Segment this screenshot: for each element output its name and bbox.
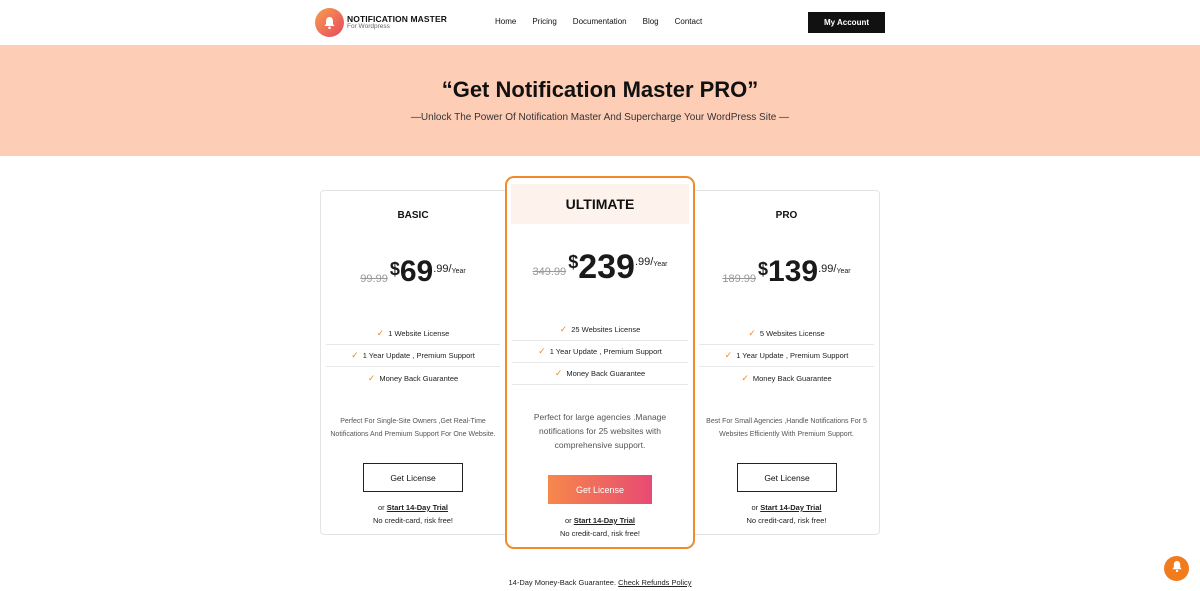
feature-label: Money Back Guarantee xyxy=(379,373,459,383)
trial-note: No credit-card, risk free! xyxy=(559,529,641,538)
feature-list: ✓ 1 Website License ✓ 1 Year Update , Prem… xyxy=(326,323,500,389)
currency-symbol: $ xyxy=(568,252,579,272)
price-period: Year xyxy=(451,268,466,275)
check-icon: ✓ xyxy=(367,372,376,383)
my-account-button[interactable]: My Account xyxy=(808,12,885,33)
plan-header: ULTIMATE xyxy=(511,184,689,224)
trial-block: or Start 14-Day Trial No credit-card, ri… xyxy=(694,501,879,527)
feature-label: 5 Websites License xyxy=(759,329,825,338)
old-price: 349.99 xyxy=(532,266,567,278)
trial-prefix: or xyxy=(377,503,385,512)
plan-name: PRO xyxy=(775,210,798,221)
plan-name: BASIC xyxy=(397,210,429,221)
list-item: ✓ 1 Year Update , Premium Support xyxy=(326,345,500,367)
currency-symbol: $ xyxy=(758,259,769,279)
guarantee-text: 14-Day Money-Back Guarantee. xyxy=(508,578,617,587)
old-price: 189.99 xyxy=(722,273,757,285)
nav-home[interactable]: Home xyxy=(495,17,516,26)
list-item: ✓ 25 Websites License xyxy=(512,319,688,341)
plan-description: Best For Small Agencies ,Handle Notifica… xyxy=(706,418,867,438)
plan-description: Perfect for large agencies .Manage notif… xyxy=(533,412,667,450)
check-icon: ✓ xyxy=(748,328,756,338)
get-license-button[interactable]: Get License xyxy=(548,475,652,504)
feature-list: ✓ 25 Websites License ✓ 1 Year Update , Pr… xyxy=(512,319,688,385)
price: 349.99 $ 239 .99/ Year xyxy=(507,250,693,284)
nav-blog[interactable]: Blog xyxy=(643,17,659,26)
refund-policy-link[interactable]: Check Refunds Policy xyxy=(618,578,691,587)
feature-list: ✓ 5 Websites License ✓ 1 Year Update , Pre… xyxy=(699,323,874,389)
check-icon: ✓ xyxy=(741,372,749,383)
bell-icon xyxy=(315,8,344,37)
price-period: Year xyxy=(836,268,851,275)
check-icon: ✓ xyxy=(724,350,733,360)
start-trial-link[interactable]: Start 14-Day Trial xyxy=(574,516,635,525)
check-icon: ✓ xyxy=(376,328,385,338)
get-license-button[interactable]: Get License xyxy=(737,463,837,492)
trial-note: No credit-card, risk free! xyxy=(746,516,827,525)
price-cents: .99/ xyxy=(818,263,837,275)
check-icon: ✓ xyxy=(351,350,359,360)
price-period: Year xyxy=(653,261,668,268)
check-icon: ✓ xyxy=(538,346,546,356)
price-amount: 69 xyxy=(399,255,434,288)
check-icon: ✓ xyxy=(559,324,568,334)
trial-block: or Start 14-Day Trial No credit-card, ri… xyxy=(507,514,693,540)
get-license-button[interactable]: Get License xyxy=(363,463,463,492)
nav-contact[interactable]: Contact xyxy=(675,17,703,26)
plan-card-ultimate: ULTIMATE 349.99 $ 239 .99/ Year ✓ 25 Webs… xyxy=(505,176,695,549)
list-item: ✓ 1 Year Update , Premium Support xyxy=(699,345,874,367)
plan-name: ULTIMATE xyxy=(565,196,635,212)
list-item: ✓ 1 Website License xyxy=(326,323,500,345)
price-amount: 139 xyxy=(768,255,819,288)
trial-block: or Start 14-Day Trial No credit-card, ri… xyxy=(321,501,505,527)
old-price: 99.99 xyxy=(360,273,388,285)
feature-label: Money Back Guarantee xyxy=(752,373,832,383)
price-cents: .99/ xyxy=(433,263,452,275)
logo-name: NOTIFICATION MASTER xyxy=(347,13,447,24)
price: 189.99 $ 139 .99/ Year xyxy=(694,257,879,287)
main-nav: Home Pricing Documentation Blog Contact xyxy=(495,17,718,26)
page-subtitle: —Unlock The Power Of Notification Master… xyxy=(410,112,790,123)
list-item: ✓ 1 Year Update , Premium Support xyxy=(512,341,688,363)
feature-label: Money Back Guarantee xyxy=(566,369,646,378)
trial-prefix: or xyxy=(751,503,759,512)
feature-label: 1 Year Update , Premium Support xyxy=(362,351,475,360)
hero-banner: “Get Notification Master PRO” —Unlock Th… xyxy=(0,45,1200,156)
list-item: ✓ Money Back Guarantee xyxy=(512,363,688,385)
notification-bell-button[interactable] xyxy=(1164,556,1189,581)
bell-icon xyxy=(1171,560,1183,578)
feature-label: 1 Year Update , Premium Support xyxy=(736,351,849,360)
nav-documentation[interactable]: Documentation xyxy=(573,17,627,26)
plan-card-basic: BASIC 99.99 $ 69 .99/ Year ✓ 1 Website Li… xyxy=(320,190,505,535)
site-header: NOTIFICATION MASTER For Wordpress Home P… xyxy=(0,0,1200,45)
trial-prefix: or xyxy=(564,516,572,525)
list-item: ✓ 5 Websites License xyxy=(699,323,874,345)
plan-description: Perfect For Single-Site Owners ,Get Real… xyxy=(330,418,496,438)
price: 99.99 $ 69 .99/ Year xyxy=(321,257,505,287)
check-icon: ✓ xyxy=(554,368,563,378)
price-amount: 239 xyxy=(578,248,635,286)
feature-label: 25 Websites License xyxy=(571,325,641,334)
trial-note: No credit-card, risk free! xyxy=(372,516,454,525)
list-item: ✓ Money Back Guarantee xyxy=(699,367,874,389)
price-cents: .99/ xyxy=(634,256,654,268)
page-title: “Get Notification Master PRO” xyxy=(441,77,759,102)
start-trial-link[interactable]: Start 14-Day Trial xyxy=(760,503,821,512)
list-item: ✓ Money Back Guarantee xyxy=(326,367,500,389)
nav-pricing[interactable]: Pricing xyxy=(532,17,556,26)
logo-tagline: For Wordpress xyxy=(347,23,390,30)
feature-label: 1 Year Update , Premium Support xyxy=(549,347,662,356)
logo[interactable]: NOTIFICATION MASTER For Wordpress xyxy=(315,8,447,37)
currency-symbol: $ xyxy=(389,259,400,279)
feature-label: 1 Website License xyxy=(388,329,450,338)
start-trial-link[interactable]: Start 14-Day Trial xyxy=(387,503,448,512)
guarantee-note: 14-Day Money-Back Guarantee. Check Refun… xyxy=(0,578,1200,587)
plan-card-pro: PRO 189.99 $ 139 .99/ Year ✓ 5 Websites L… xyxy=(694,190,880,535)
